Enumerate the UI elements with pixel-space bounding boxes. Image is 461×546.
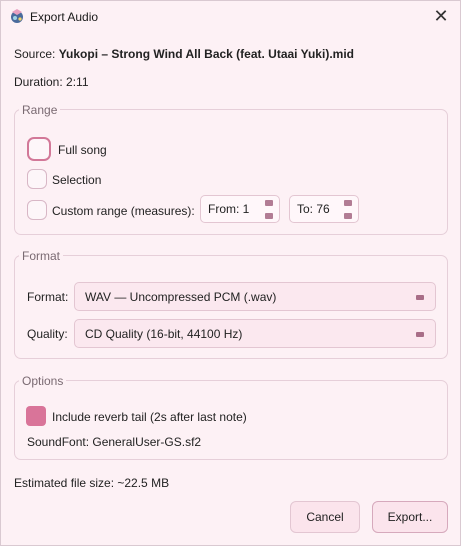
to-measure-value: To: 76 xyxy=(297,202,330,216)
estimated-size-text: Estimated file size: ~22.5 MB xyxy=(14,476,170,490)
source-label: Source: xyxy=(14,47,56,61)
app-logo-icon xyxy=(11,9,23,23)
export-audio-dialog: Export Audio ✕ Source: Yukopi – Strong W… xyxy=(0,0,461,546)
range-group-title: Range xyxy=(19,103,61,117)
window-title: Export Audio xyxy=(30,10,99,24)
reverb-tail-checkbox[interactable] xyxy=(26,406,46,426)
close-icon: ✕ xyxy=(433,5,449,26)
quality-label: Quality: xyxy=(27,327,68,341)
format-group-title: Format xyxy=(19,249,64,263)
custom-range-label: Custom range (measures): xyxy=(52,204,195,218)
reverb-tail-label: Include reverb tail (2s after last note) xyxy=(52,410,247,424)
options-group-title: Options xyxy=(19,374,67,388)
format-value: WAV — Uncompressed PCM (.wav) xyxy=(85,289,277,304)
close-button[interactable]: ✕ xyxy=(428,4,454,28)
cancel-button[interactable]: Cancel xyxy=(290,501,360,533)
dropdown-icon xyxy=(416,332,424,337)
to-measure-spinbox[interactable]: To: 76 xyxy=(289,195,359,223)
format-label: Format: xyxy=(27,290,69,304)
duration-text: Duration: 2:11 xyxy=(14,75,89,89)
export-button[interactable]: Export... xyxy=(372,501,448,533)
quality-combobox[interactable]: CD Quality (16-bit, 44100 Hz) xyxy=(74,319,436,348)
cancel-button-label: Cancel xyxy=(306,510,344,524)
export-button-label: Export... xyxy=(387,510,433,524)
quality-value: CD Quality (16-bit, 44100 Hz) xyxy=(85,326,243,341)
from-measure-value: From: 1 xyxy=(208,202,250,216)
title-bar: Export Audio ✕ xyxy=(1,1,460,32)
spin-arrows-icon[interactable] xyxy=(344,200,352,226)
from-measure-spinbox[interactable]: From: 1 xyxy=(200,195,280,223)
soundfont-text: SoundFont: GeneralUser-GS.sf2 xyxy=(27,435,202,449)
full-song-label: Full song xyxy=(58,143,107,157)
dropdown-icon xyxy=(416,295,424,300)
custom-range-radio[interactable] xyxy=(27,200,47,220)
full-song-radio[interactable] xyxy=(27,137,51,161)
spin-arrows-icon[interactable] xyxy=(265,200,273,226)
selection-radio[interactable] xyxy=(27,169,47,189)
format-combobox[interactable]: WAV — Uncompressed PCM (.wav) xyxy=(74,282,436,311)
source-filename: Yukopi – Strong Wind All Back (feat. Uta… xyxy=(58,47,354,61)
source-line: Source: Yukopi – Strong Wind All Back (f… xyxy=(14,47,354,61)
selection-label: Selection xyxy=(52,173,102,187)
